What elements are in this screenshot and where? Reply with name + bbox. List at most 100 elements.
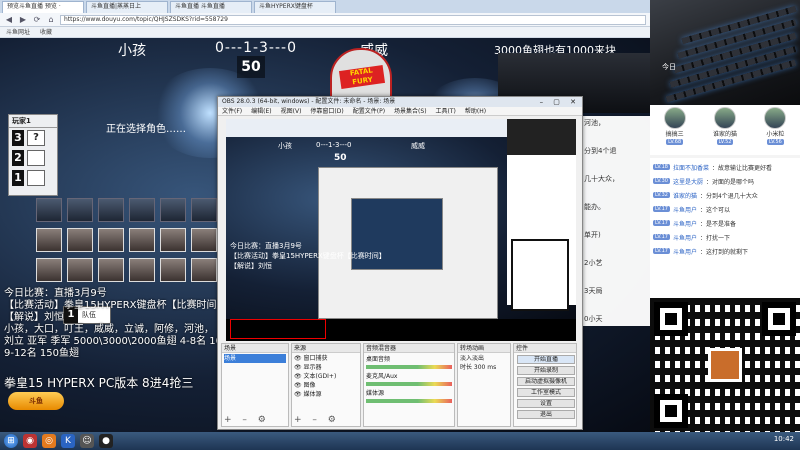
player-panel-title: 玩家1 xyxy=(9,115,57,128)
event-info: 今日比赛：直播3月9号 【比赛活动】拳皇15HYPERX键盘杯【比赛时间】 【解… xyxy=(4,288,227,360)
chat-user[interactable]: 这里是大厨 xyxy=(673,177,703,186)
source-item[interactable]: 👁 图像 xyxy=(294,381,358,390)
app-icon[interactable]: ◉ xyxy=(23,434,37,448)
browser-tab[interactable]: 斗鱼HYPERX键盘杯 xyxy=(254,1,336,13)
avatar xyxy=(713,107,736,129)
supporter[interactable]: 搞搞三 LV.68 xyxy=(663,107,686,145)
character-portrait xyxy=(160,228,186,252)
panel-header: 音频混音器 xyxy=(364,344,454,353)
volume-meter[interactable] xyxy=(366,399,452,403)
eye-icon[interactable]: 👁 xyxy=(294,382,302,389)
menu-item[interactable]: 帮助(H) xyxy=(465,107,486,115)
chat-message: LV.17 斗鱼用户 ：打扰一下 xyxy=(653,230,797,244)
source-item[interactable]: 👁 显示器 xyxy=(294,363,358,372)
forward-icon[interactable]: ▶ xyxy=(18,15,28,25)
chat-user[interactable]: 谁家的猫 xyxy=(673,191,697,200)
character-portrait xyxy=(129,228,155,252)
source-item[interactable]: 👁 文本(GDI+) xyxy=(294,372,358,381)
studio-mode-button[interactable]: 工作室模式 xyxy=(517,388,575,397)
unknown-slot: ? xyxy=(27,130,45,146)
selection-box[interactable] xyxy=(230,319,326,339)
event-line: 9-12名 150鱼翅 xyxy=(4,348,79,359)
douyu-badge[interactable]: 斗鱼 xyxy=(8,392,64,410)
menu-item[interactable]: 视图(V) xyxy=(281,107,302,115)
menu-item[interactable]: 场景集合(S) xyxy=(394,107,427,115)
right-sidebar: 今日 搞搞三 LV.68 谁家的猫 LV.52 小米粒 LV.56 LV.18 拉… xyxy=(650,0,800,432)
chat-text: ：这打到的就剩下 xyxy=(699,248,748,256)
source-item[interactable]: 👁 媒体源 xyxy=(294,390,358,399)
start-icon[interactable]: ⊞ xyxy=(4,434,18,448)
eye-icon[interactable]: 👁 xyxy=(294,364,302,371)
chat-user[interactable]: 斗鱼用户 xyxy=(673,205,697,214)
qr-code-panel xyxy=(650,298,800,432)
add-remove-icon[interactable]: + – ⚙ xyxy=(224,415,270,425)
menu-item[interactable]: 工具(T) xyxy=(436,107,456,115)
supporter-name: 小米粒 xyxy=(766,131,785,138)
event-line: 小孩，大口，叮王，威威，立诚，阿修，河池， xyxy=(4,324,214,335)
mixer-channel-label: 媒体源 xyxy=(366,390,385,397)
start-recording-button[interactable]: 开始录制 xyxy=(517,366,575,375)
exit-button[interactable]: 退出 xyxy=(517,410,575,419)
eye-icon[interactable]: 👁 xyxy=(294,355,302,362)
obs-titlebar[interactable]: OBS 28.0.3 (64-bit, windows) - 配置文件: 未命名… xyxy=(218,97,582,107)
chat-text: ：这个可以 xyxy=(699,206,730,214)
character-portrait xyxy=(160,198,186,222)
source-item[interactable]: 👁 窗口捕获 xyxy=(294,354,358,363)
menu-item[interactable]: 停靠窗口(D) xyxy=(310,107,343,115)
home-icon[interactable]: ⌂ xyxy=(46,15,56,25)
eye-icon[interactable]: 👁 xyxy=(294,391,302,398)
volume-meter[interactable] xyxy=(366,365,452,369)
top-supporters: 搞搞三 LV.68 谁家的猫 LV.52 小米粒 LV.56 xyxy=(650,105,800,155)
menu-item[interactable]: 编辑(E) xyxy=(251,107,271,115)
event-line: 刘立 亚军 季军 5000\3000\2000鱼翅 4-8名 10 xyxy=(4,336,223,347)
chat-message: LV.32 谁家的猫 ：分到4个退几十大众 xyxy=(653,188,797,202)
level-badge: LV.52 xyxy=(716,139,734,145)
nested-stream: 小孩 0---1-3---0 威威 50 今日比赛：直播3月9号 【比赛活动】拳… xyxy=(226,119,576,319)
menu-item[interactable]: 配置文件(P) xyxy=(353,107,385,115)
browser-icon[interactable]: ◎ xyxy=(42,434,56,448)
virtual-camera-button[interactable]: 启动虚拟摄像机 xyxy=(517,377,575,386)
start-streaming-button[interactable]: 开始直播 xyxy=(517,355,575,364)
chat-user[interactable]: 斗鱼用户 xyxy=(673,219,697,228)
chat-user[interactable]: 斗鱼用户 xyxy=(673,233,697,242)
browser-tab[interactable]: 斗鱼直播 斗鱼直播 xyxy=(170,1,252,13)
cap-logo: FATAL FURY xyxy=(338,65,386,89)
app-icon[interactable]: K xyxy=(61,434,75,448)
character-portrait xyxy=(129,258,155,282)
level-badge: LV.68 xyxy=(666,139,684,145)
chat-text: ：对面的是哪个吗 xyxy=(705,178,754,186)
settings-button[interactable]: 设置 xyxy=(517,399,575,408)
supporter[interactable]: 谁家的猫 LV.52 xyxy=(713,107,737,145)
menu-item[interactable]: 文件(F) xyxy=(222,107,242,115)
obs-icon[interactable]: ● xyxy=(99,434,113,448)
obs-menubar: 文件(F) 编辑(E) 视图(V) 停靠窗口(D) 配置文件(P) 场景集合(S… xyxy=(218,107,582,116)
browser-tab[interactable]: 预览斗鱼直播 预览 · xyxy=(2,1,84,13)
chat-message: LV.17 斗鱼用户 ：这个可以 xyxy=(653,202,797,216)
app-icon[interactable]: ☺ xyxy=(80,434,94,448)
chat-message: LV.17 斗鱼用户 ：这打到的就剩下 xyxy=(653,244,797,258)
panel-header: 控件 xyxy=(514,344,576,353)
character-portrait xyxy=(67,258,93,282)
url-input[interactable]: https://www.douyu.com/topic/QHJSZSDKS?ri… xyxy=(60,14,646,25)
transition-select[interactable]: 淡入淡出 xyxy=(460,354,508,363)
chat-user[interactable]: 斗鱼用户 xyxy=(673,247,697,256)
nested-obs xyxy=(318,167,498,319)
eye-icon[interactable]: 👁 xyxy=(294,373,302,380)
back-icon[interactable]: ◀ xyxy=(4,15,14,25)
taskbar: ⊞ ◉ ◎ K ☺ ● 10:42 xyxy=(0,432,800,450)
refresh-icon[interactable]: ⟳ xyxy=(32,15,42,25)
volume-meter[interactable] xyxy=(366,382,452,386)
level-badge: LV.17 xyxy=(653,234,670,240)
favorite-link[interactable]: 斗鱼网址 xyxy=(6,27,30,37)
transition-duration[interactable]: 时长 300 ms xyxy=(460,363,508,372)
favorite-link[interactable]: 收藏 xyxy=(40,27,52,37)
add-remove-icon[interactable]: + – ⚙ xyxy=(294,415,340,425)
chat-user[interactable]: 拉面不加香菜 xyxy=(673,163,709,172)
obs-preview[interactable]: 小孩 0---1-3---0 威威 50 今日比赛：直播3月9号 【比赛活动】拳… xyxy=(226,119,576,341)
browser-tab[interactable]: 斗鱼直播|蒸蒸日上 xyxy=(86,1,168,13)
match-score: 0---1-3---0 xyxy=(215,40,297,56)
scene-item[interactable]: 场景 xyxy=(224,354,286,363)
chat-message: LV.17 斗鱼用户 ：是不是准备 xyxy=(653,216,797,230)
window-controls-icon[interactable]: – ▢ ✕ xyxy=(540,97,580,107)
supporter[interactable]: 小米粒 LV.56 xyxy=(764,107,787,145)
